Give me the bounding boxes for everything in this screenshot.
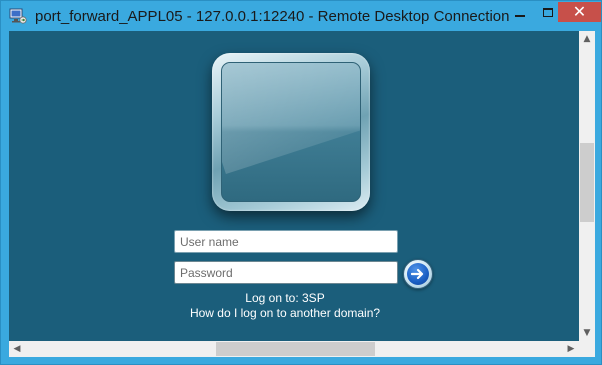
arrow-right-icon bbox=[407, 263, 429, 285]
user-tile bbox=[212, 53, 370, 211]
scroll-left-arrow-icon[interactable]: ◀ bbox=[9, 341, 25, 357]
rdp-window: port_forward_APPL05 - 127.0.0.1:12240 - … bbox=[0, 0, 602, 365]
close-button[interactable]: ✕ bbox=[558, 2, 601, 22]
window-title: port_forward_APPL05 - 127.0.0.1:12240 - … bbox=[35, 8, 510, 25]
remote-desktop-icon[interactable] bbox=[9, 8, 27, 24]
password-input[interactable] bbox=[174, 261, 398, 284]
minimize-button[interactable] bbox=[506, 2, 534, 22]
username-input[interactable] bbox=[174, 230, 398, 253]
other-domain-link[interactable]: How do I log on to another domain? bbox=[9, 306, 561, 320]
horizontal-scrollbar[interactable]: ◀ ▶ bbox=[9, 341, 579, 357]
vertical-scrollbar[interactable]: ▲ ▼ bbox=[579, 31, 595, 341]
user-picture-placeholder bbox=[221, 62, 361, 202]
title-bar[interactable]: port_forward_APPL05 - 127.0.0.1:12240 - … bbox=[1, 1, 601, 31]
maximize-icon bbox=[543, 7, 553, 17]
scroll-right-arrow-icon[interactable]: ▶ bbox=[563, 341, 579, 357]
logon-domain-text: Log on to: 3SP bbox=[245, 291, 325, 305]
vertical-scroll-thumb[interactable] bbox=[580, 143, 594, 222]
close-icon: ✕ bbox=[572, 2, 587, 21]
scroll-down-arrow-icon[interactable]: ▼ bbox=[579, 325, 595, 341]
minimize-icon bbox=[515, 15, 525, 17]
remote-session-area[interactable]: Log on to: 3SP How do I log on to anothe… bbox=[9, 31, 579, 341]
scrollbar-corner bbox=[579, 341, 595, 357]
horizontal-scroll-thumb[interactable] bbox=[216, 342, 375, 356]
scroll-up-arrow-icon[interactable]: ▲ bbox=[579, 31, 595, 47]
submit-arrow-button[interactable] bbox=[403, 259, 433, 289]
